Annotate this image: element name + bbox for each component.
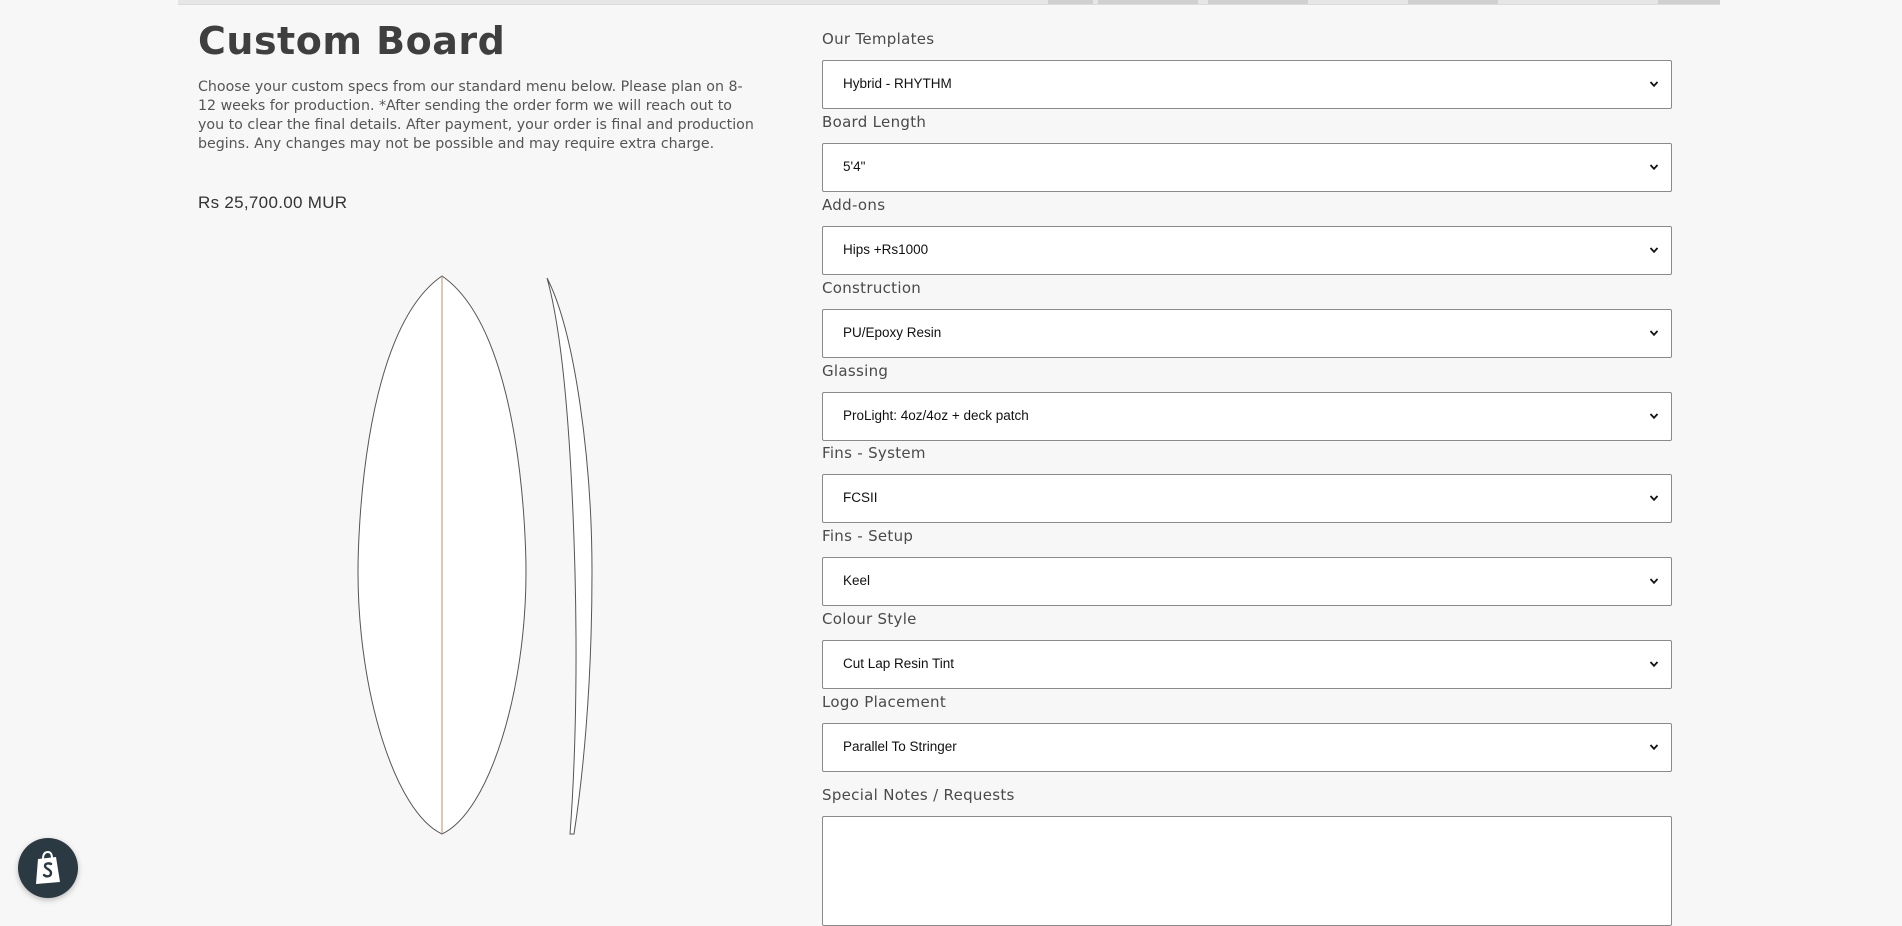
add-ons-select[interactable]: Hips +Rs1000 bbox=[822, 226, 1672, 275]
product-price: Rs 25,700.00 MUR bbox=[198, 193, 348, 212]
select-value: Hybrid - RHYTHM bbox=[843, 76, 952, 91]
field-board-length: Board Length 5'4" bbox=[822, 113, 1672, 192]
field-label: Our Templates bbox=[822, 30, 935, 48]
surfboard-outline-drawing bbox=[357, 275, 593, 835]
chevron-down-icon bbox=[1649, 495, 1659, 502]
chevron-down-icon bbox=[1649, 413, 1659, 420]
select-value: ProLight: 4oz/4oz + deck patch bbox=[843, 408, 1029, 423]
select-value: Parallel To Stringer bbox=[843, 739, 957, 754]
field-label: Add-ons bbox=[822, 196, 886, 214]
shopify-bag-icon bbox=[36, 850, 60, 884]
field-label: Fins - Setup bbox=[822, 527, 914, 545]
board-side-rocker bbox=[546, 277, 593, 835]
field-fins-setup: Fins - Setup Keel bbox=[822, 527, 1672, 606]
field-colour-style: Colour Style Cut Lap Resin Tint bbox=[822, 610, 1672, 689]
logo-placement-select[interactable]: Parallel To Stringer bbox=[822, 723, 1672, 772]
chevron-down-icon bbox=[1649, 164, 1659, 171]
page-title: Custom Board bbox=[198, 19, 506, 63]
field-label: Construction bbox=[822, 279, 922, 297]
product-description: Choose your custom specs from our standa… bbox=[198, 79, 754, 152]
field-label: Logo Placement bbox=[822, 693, 947, 711]
board-preview bbox=[350, 272, 610, 846]
board-length-select[interactable]: 5'4" bbox=[822, 143, 1672, 192]
field-glassing: Glassing ProLight: 4oz/4oz + deck patch bbox=[822, 362, 1672, 441]
field-construction: Construction PU/Epoxy Resin bbox=[822, 279, 1672, 358]
field-label: Fins - System bbox=[822, 444, 926, 462]
chevron-down-icon bbox=[1649, 330, 1659, 337]
field-special-notes: Special Notes / Requests bbox=[822, 786, 1672, 926]
select-value: Cut Lap Resin Tint bbox=[843, 656, 955, 671]
fins-setup-select[interactable]: Keel bbox=[822, 557, 1672, 606]
select-value: Hips +Rs1000 bbox=[843, 242, 929, 257]
field-label: Board Length bbox=[822, 113, 927, 131]
chevron-down-icon bbox=[1649, 81, 1659, 88]
chevron-down-icon bbox=[1649, 661, 1659, 668]
field-fins-system: Fins - System FCSII bbox=[822, 444, 1672, 523]
shopify-chat-button[interactable] bbox=[18, 838, 78, 898]
select-value: Keel bbox=[843, 573, 871, 588]
fins-system-select[interactable]: FCSII bbox=[822, 474, 1672, 523]
field-label: Special Notes / Requests bbox=[822, 786, 1015, 804]
chevron-down-icon bbox=[1649, 744, 1659, 751]
construction-select[interactable]: PU/Epoxy Resin bbox=[822, 309, 1672, 358]
field-logo-placement: Logo Placement Parallel To Stringer bbox=[822, 693, 1672, 772]
chevron-down-icon bbox=[1649, 247, 1659, 254]
field-add-ons: Add-ons Hips +Rs1000 bbox=[822, 196, 1672, 275]
select-value: PU/Epoxy Resin bbox=[843, 325, 942, 340]
select-value: 5'4" bbox=[843, 159, 866, 174]
field-label: Glassing bbox=[822, 362, 889, 380]
field-label: Colour Style bbox=[822, 610, 917, 628]
select-value: FCSII bbox=[843, 490, 878, 505]
chevron-down-icon bbox=[1649, 578, 1659, 585]
top-progress-strip bbox=[178, 0, 1720, 5]
colour-style-select[interactable]: Cut Lap Resin Tint bbox=[822, 640, 1672, 689]
glassing-select[interactable]: ProLight: 4oz/4oz + deck patch bbox=[822, 392, 1672, 441]
templates-select[interactable]: Hybrid - RHYTHM bbox=[822, 60, 1672, 109]
field-our-templates: Our Templates Hybrid - RHYTHM bbox=[822, 30, 1672, 109]
special-notes-textarea[interactable] bbox=[822, 816, 1672, 926]
